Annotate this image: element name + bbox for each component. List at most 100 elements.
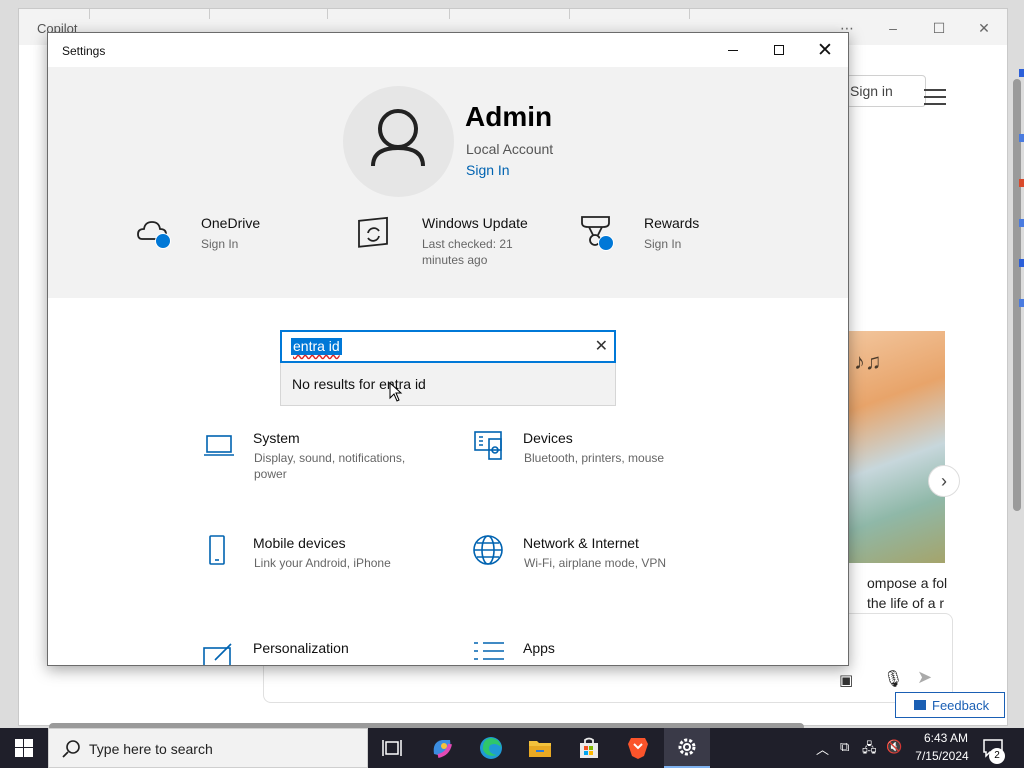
search-input-value[interactable]: entra id <box>291 338 342 355</box>
globe-icon <box>473 535 507 569</box>
category-title: Mobile devices <box>253 535 346 551</box>
account-type: Local Account <box>466 141 554 157</box>
caption-line: the life of a r <box>867 595 945 611</box>
copilot-button[interactable] <box>419 728 465 768</box>
taskbar-search-placeholder: Type here to search <box>89 741 213 757</box>
copilot-icon <box>433 740 452 758</box>
avatar <box>343 86 454 197</box>
phone-icon <box>203 535 237 569</box>
user-name: Admin <box>465 101 553 132</box>
settings-window: Settings ✕ Admin Local Account Sign In O… <box>47 32 849 666</box>
close-icon[interactable]: ✕ <box>974 19 994 37</box>
caption-line: ompose a foll <box>867 575 947 591</box>
tab-separator <box>327 9 328 19</box>
personalization-icon <box>203 640 237 665</box>
image-upload-icon[interactable]: ▣ <box>839 671 853 689</box>
search-results-dropdown: No results for entra id <box>280 363 616 406</box>
background-signin-button[interactable]: Sign in <box>846 75 926 107</box>
file-explorer-button[interactable] <box>517 728 563 768</box>
edge-icon <box>480 737 502 759</box>
show-hidden-icons-chevron-icon[interactable]: ︿ <box>816 739 829 758</box>
quick-link-title: OneDrive <box>201 215 261 231</box>
category-title: Personalization <box>253 640 349 656</box>
update-icon <box>357 213 397 253</box>
maximize-icon <box>774 45 784 55</box>
tab-separator <box>569 9 570 19</box>
task-view-icon <box>382 740 402 756</box>
scrollbar-thumb[interactable] <box>1013 79 1021 511</box>
hamburger-menu-icon[interactable] <box>924 89 946 110</box>
category-description: Display, sound, notifications, power <box>254 451 406 481</box>
mouse-cursor-icon <box>389 382 403 402</box>
tab-separator <box>689 9 690 19</box>
sidebar-app-icon[interactable] <box>1019 134 1024 142</box>
sidebar-app-icon[interactable] <box>1019 219 1024 227</box>
quick-link-subtitle: Sign In <box>644 237 682 251</box>
store-button[interactable] <box>566 728 612 768</box>
tab-separator <box>89 9 90 19</box>
start-button[interactable] <box>0 728 48 768</box>
category-description: Link your Android, iPhone <box>254 556 391 570</box>
sidebar-app-icon[interactable] <box>1019 259 1024 267</box>
laptop-icon <box>203 430 237 464</box>
brave-icon <box>628 738 648 759</box>
category-title: System <box>253 430 300 446</box>
store-icon <box>580 737 598 758</box>
devices-icon <box>473 430 507 464</box>
trophy-icon <box>579 213 619 253</box>
sign-in-link[interactable]: Sign In <box>466 162 510 178</box>
category-title: Apps <box>523 640 555 656</box>
send-icon[interactable]: ➤ <box>917 667 932 688</box>
feedback-button[interactable]: Feedback <box>895 692 1005 718</box>
quick-link-subtitle: Sign In <box>201 237 239 251</box>
file-explorer-icon <box>529 741 551 757</box>
search-icon <box>62 740 80 758</box>
settings-titlebar[interactable]: Settings ✕ <box>48 33 848 67</box>
taskbar-search-box[interactable]: Type here to search <box>48 728 368 768</box>
clock-time[interactable]: 6:43 AM <box>916 731 976 745</box>
meet-now-icon[interactable]: ⧉ <box>840 739 849 755</box>
settings-search-input[interactable]: entra id ✕ <box>280 330 616 363</box>
minimize-icon[interactable]: – <box>883 19 903 37</box>
quick-link-title: Rewards <box>644 215 700 231</box>
background-caption: ompose a foll the life of a r <box>867 573 947 613</box>
close-button[interactable]: ✕ <box>802 33 848 67</box>
clock-date[interactable]: 7/15/2024 <box>912 749 972 763</box>
sidebar-app-icon[interactable] <box>1019 299 1024 307</box>
category-title: Devices <box>523 430 573 446</box>
brave-button[interactable] <box>615 728 661 768</box>
task-view-button[interactable] <box>369 728 415 768</box>
maximize-icon[interactable]: ☐ <box>929 19 949 37</box>
carousel-next-button[interactable]: › <box>928 465 960 497</box>
volume-muted-icon[interactable]: 🔇 <box>886 739 902 755</box>
edge-button[interactable] <box>468 728 514 768</box>
tab-separator <box>209 9 210 19</box>
taskbar: Type here to search ︿ ⧉ 🖧 🔇 6:43 AM 7/15… <box>0 728 1024 768</box>
microphone-icon[interactable]: 🎙 <box>883 669 903 689</box>
maximize-button[interactable] <box>756 33 802 67</box>
no-results-message: No results for entra id <box>292 376 426 392</box>
tab-separator <box>449 9 450 19</box>
status-dot <box>155 233 171 249</box>
network-icon[interactable]: 🖧 <box>862 739 877 761</box>
vertical-scrollbar[interactable] <box>1009 67 1024 717</box>
settings-gear-icon <box>678 738 696 756</box>
music-notes-icon: ♪♫ <box>854 349 882 374</box>
minimize-icon <box>728 49 738 51</box>
cloud-icon <box>136 213 176 253</box>
category-title: Network & Internet <box>523 535 639 551</box>
category-description: Bluetooth, printers, mouse <box>524 451 665 465</box>
minimize-button[interactable] <box>710 33 756 67</box>
user-icon <box>371 109 425 167</box>
sidebar-app-icon[interactable] <box>1019 69 1024 77</box>
clear-search-icon[interactable]: ✕ <box>595 336 608 356</box>
apps-list-icon <box>473 640 507 665</box>
quick-link-subtitle: Last checked: 21 minutes ago <box>422 237 513 267</box>
window-title: Settings <box>62 44 106 58</box>
close-icon: ✕ <box>817 39 833 61</box>
category-description: Wi-Fi, airplane mode, VPN <box>524 556 667 570</box>
sidebar-app-icon[interactable] <box>1019 179 1024 187</box>
notification-badge: 2 <box>989 748 1005 764</box>
settings-taskbar-button[interactable] <box>664 728 710 768</box>
feedback-label: Feedback <box>932 698 990 713</box>
